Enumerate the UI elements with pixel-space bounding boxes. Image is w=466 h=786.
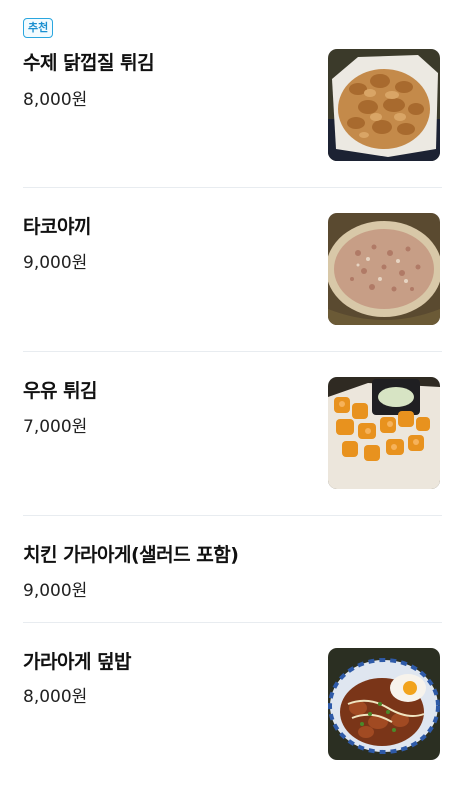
menu-item-photo	[328, 377, 440, 489]
menu-item-price: 9,000원	[23, 253, 88, 273]
menu-item-photo	[328, 213, 440, 325]
menu-item-photo	[328, 49, 440, 161]
menu-item-photo	[328, 648, 440, 760]
menu-item-price: 8,000원	[23, 687, 88, 707]
menu-item-fried-chicken-skin[interactable]: 추천 수제 닭껍질 튀김 8,000원	[0, 0, 466, 188]
menu-item-price: 8,000원	[23, 90, 88, 110]
menu-item-name: 수제 닭껍질 튀김	[23, 52, 155, 74]
menu-item-price: 9,000원	[23, 581, 88, 601]
menu-item-name: 타코야끼	[23, 216, 91, 238]
menu-item-name: 우유 튀김	[23, 380, 98, 402]
menu-item-karaage-rice-bowl[interactable]: 가라아게 덮밥 8,000원	[0, 623, 466, 786]
menu-item-fried-milk[interactable]: 우유 튀김 7,000원	[0, 352, 466, 516]
menu-item-name: 가라아게 덮밥	[23, 651, 132, 673]
menu-item-takoyaki[interactable]: 타코야끼 9,000원	[0, 188, 466, 352]
menu-item-price: 7,000원	[23, 417, 88, 437]
menu-item-chicken-karaage[interactable]: 치킨 가라아게(샐러드 포함) 9,000원	[0, 516, 466, 623]
recommended-badge: 추천	[23, 18, 54, 38]
menu-list: 추천 수제 닭껍질 튀김 8,000원 타코야끼 9,000원 우유 튀김 7,…	[0, 0, 466, 786]
menu-item-name: 치킨 가라아게(샐러드 포함)	[23, 544, 239, 566]
